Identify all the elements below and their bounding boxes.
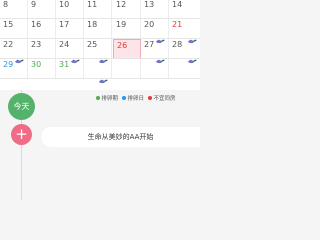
calendar-day[interactable]: 27 (141, 39, 169, 64)
calendar-day[interactable]: 8 (0, 0, 28, 19)
day-number: 24 (59, 40, 70, 49)
day-number: 15 (3, 20, 14, 29)
bird-icon (187, 30, 198, 44)
message-card[interactable]: 生命从美妙的AA开始 (41, 127, 200, 147)
calendar-day-today[interactable]: 26 (113, 39, 141, 59)
calendar-day[interactable]: 14 (169, 0, 200, 19)
calendar-day (113, 59, 141, 79)
day-number: 21 (172, 20, 183, 29)
calendar-week-row: 29 30 31 (0, 58, 200, 84)
calendar-day[interactable]: 15 (0, 19, 28, 39)
calendar-empty-row (0, 78, 200, 91)
calendar-day[interactable]: 25 (84, 39, 112, 64)
calendar-day[interactable]: 28 (169, 39, 200, 64)
day-number: 14 (172, 0, 183, 9)
day-number: 28 (172, 40, 183, 49)
calendar-day[interactable]: 13 (141, 0, 169, 19)
calendar-week-row: 22 23 24 25 26 27 28 (0, 38, 200, 64)
calendar-day[interactable]: 9 (28, 0, 56, 19)
day-number: 31 (59, 60, 70, 69)
calendar-grid: 8 9 10 11 12 13 14 15 16 17 18 19 20 21 22 23 24 25 26 27 28… (0, 0, 200, 90)
legend-label: 排卵期 (101, 96, 119, 102)
day-number: 29 (3, 60, 14, 69)
calendar-day[interactable]: 10 (56, 0, 84, 19)
bird-icon (98, 50, 109, 64)
day-number: 19 (116, 20, 127, 29)
day-number: 25 (87, 40, 98, 49)
calendar-week-row: 8 9 10 11 12 13 14 (0, 0, 200, 19)
calendar-day[interactable]: 19 (113, 19, 141, 39)
bird-icon (14, 50, 25, 64)
day-number: 30 (31, 60, 42, 69)
dot-icon (148, 96, 153, 100)
calendar-day[interactable]: 22 (0, 39, 28, 64)
legend-ovulation-period: 排卵期 (96, 94, 118, 102)
calendar-day[interactable]: 24 (56, 39, 84, 64)
day-number: 9 (31, 0, 37, 9)
dot-icon (96, 96, 100, 100)
day-number: 23 (31, 40, 42, 49)
day-number: 22 (3, 40, 14, 49)
calendar-day[interactable]: 30 (28, 59, 56, 79)
day-number: 8 (3, 0, 9, 9)
calendar-day[interactable]: 18 (84, 19, 112, 39)
calendar-day[interactable]: 21 (169, 19, 200, 44)
day-number: 26 (117, 41, 128, 50)
calendar-day[interactable]: 20 (141, 19, 169, 44)
calendar-day (84, 59, 112, 84)
today-button[interactable]: 今天 (8, 93, 35, 120)
day-number: 18 (87, 20, 98, 29)
calendar-day[interactable]: 16 (28, 19, 56, 39)
legend-unsuitable: 不宜同房 (148, 94, 176, 102)
bird-icon (70, 50, 81, 64)
calendar-day[interactable]: 23 (28, 39, 56, 59)
day-number: 16 (31, 20, 42, 29)
calendar-day[interactable]: 31 (56, 59, 84, 79)
legend-ovulation-day: 排卵日 (122, 94, 144, 102)
day-number: 17 (59, 20, 70, 29)
calendar-day[interactable]: 11 (84, 0, 112, 19)
day-number: 11 (87, 0, 98, 9)
day-number: 27 (144, 40, 155, 49)
bird-icon (187, 50, 198, 64)
calendar-day[interactable]: 17 (56, 19, 84, 39)
bird-icon (98, 70, 109, 84)
calendar-day (169, 59, 200, 79)
day-number: 20 (144, 20, 155, 29)
day-number: 13 (144, 0, 155, 9)
day-number: 12 (116, 0, 127, 9)
bird-icon (155, 30, 166, 44)
add-button[interactable]: + (11, 124, 32, 145)
calendar-day[interactable]: 12 (113, 0, 141, 19)
calendar-day[interactable]: 29 (0, 59, 28, 79)
bird-icon (155, 50, 166, 64)
legend-label: 不宜同房 (153, 96, 176, 102)
calendar-week-row: 15 16 17 18 19 20 21 (0, 18, 200, 44)
legend-label: 排卵日 (127, 96, 145, 102)
legend: 排卵期 排卵日 不宜同房 (96, 93, 200, 103)
day-number: 10 (59, 0, 70, 9)
dot-icon (122, 96, 127, 100)
calendar-day (141, 59, 169, 79)
